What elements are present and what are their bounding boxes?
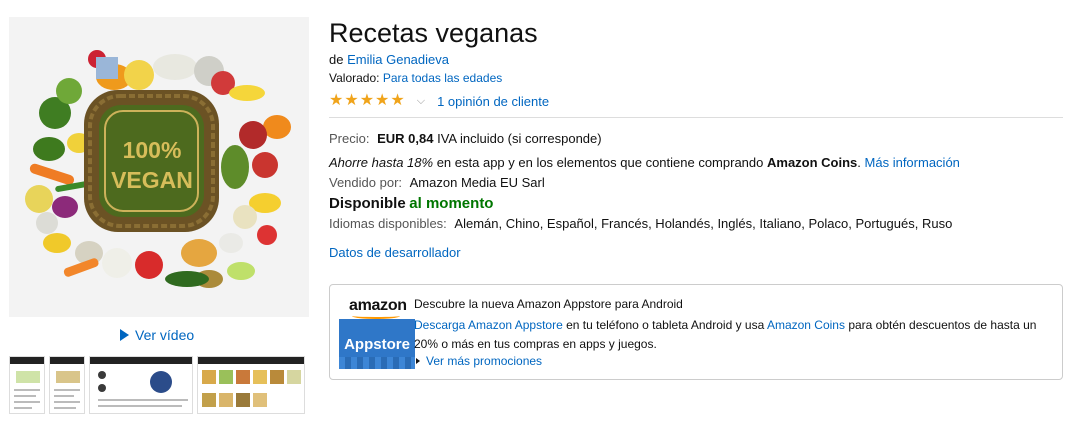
- more-promotions-label: Ver más promociones: [426, 354, 543, 368]
- price-label: Precio:: [329, 131, 370, 146]
- reviews-link[interactable]: 1 opinión de cliente: [437, 94, 549, 109]
- rated-prefix: Valorado:: [329, 71, 380, 85]
- thumbnail-1[interactable]: [9, 356, 45, 414]
- star-icon: ★: [375, 92, 390, 109]
- product-main-image[interactable]: 100% VEGAN: [9, 17, 309, 317]
- promo-text-1: en tu teléfono o tableta Android y usa: [566, 318, 765, 332]
- coins-prefix: Ahorre hasta 18%: [329, 155, 434, 170]
- chevron-down-icon[interactable]: ⌵: [417, 95, 425, 108]
- thumbnail-2[interactable]: [49, 356, 85, 414]
- availability-value: al momento: [409, 195, 494, 212]
- promo-headline: Descubre la nueva Amazon Appstore para A…: [414, 297, 683, 311]
- star-icon: ★: [329, 92, 344, 109]
- more-promotions-link[interactable]: Ver más promociones: [416, 354, 542, 368]
- author-link[interactable]: Emilia Genadieva: [347, 52, 449, 67]
- appstore-promo-box: amazon Appstore Descubre la nueva Amazon…: [329, 284, 1063, 380]
- amazon-coins-link[interactable]: Amazon Coins: [767, 318, 845, 332]
- vegetables-illustration: 100% VEGAN: [9, 17, 309, 317]
- watch-video-link[interactable]: Ver vídeo: [120, 327, 194, 343]
- caret-right-icon: [416, 358, 420, 364]
- byline: de Emilia Genadieva: [329, 52, 449, 67]
- star-icon: ★: [344, 92, 359, 109]
- thumbnail-strip: [9, 356, 305, 414]
- availability-label: Disponible: [329, 195, 406, 212]
- play-icon: [120, 329, 129, 341]
- languages-row: Idiomas disponibles: Alemán, Chino, Espa…: [329, 216, 952, 231]
- badge-line2: VEGAN: [111, 167, 193, 193]
- price-note: IVA incluido (si corresponde): [437, 131, 602, 146]
- developer-info-link[interactable]: Datos de desarrollador: [329, 245, 461, 260]
- rated-value-link[interactable]: Para todas las edades: [383, 71, 502, 85]
- price-value: EUR 0,84: [377, 131, 434, 146]
- watch-video-label: Ver vídeo: [135, 327, 195, 343]
- thumbnail-4[interactable]: [197, 356, 305, 414]
- languages-label: Idiomas disponibles:: [329, 216, 447, 231]
- developer-row: Datos de desarrollador: [329, 245, 461, 260]
- divider: [329, 117, 1063, 118]
- coins-middle: en esta app y en los elementos que conti…: [436, 155, 764, 170]
- content-rating: Valorado: Para todas las edades: [329, 71, 502, 85]
- thumbnail-3[interactable]: [89, 356, 193, 414]
- seller-value: Amazon Media EU Sarl: [409, 175, 545, 190]
- vegan-badge: 100% VEGAN: [84, 90, 219, 232]
- coins-row: Ahorre hasta 18% en esta app y en los el…: [329, 155, 960, 170]
- availability-row: Disponible al momento: [329, 195, 493, 212]
- badge-line1: 100%: [123, 137, 182, 163]
- coins-brand: Amazon Coins: [767, 155, 858, 170]
- star-rating[interactable]: ★ ★ ★ ★ ★: [329, 92, 405, 110]
- seller-row: Vendido por: Amazon Media EU Sarl: [329, 175, 545, 190]
- seller-label: Vendido por:: [329, 175, 403, 190]
- more-info-link[interactable]: Más información: [865, 155, 960, 170]
- download-appstore-link[interactable]: Descarga Amazon Appstore: [414, 318, 563, 332]
- rating-row: ★ ★ ★ ★ ★ ⌵ 1 opinión de cliente: [329, 92, 549, 110]
- promo-body: Descarga Amazon Appstore en tu teléfono …: [414, 316, 1054, 354]
- star-icon: ★: [390, 92, 405, 109]
- star-icon: ★: [359, 92, 375, 109]
- price-row: Precio: EUR 0,84 IVA incluido (si corres…: [329, 131, 602, 146]
- product-title: Recetas veganas: [329, 18, 538, 48]
- appstore-badge[interactable]: Appstore: [339, 319, 415, 369]
- by-prefix: de: [329, 52, 344, 67]
- languages-value: Alemán, Chino, Español, Francés, Holandé…: [454, 216, 953, 231]
